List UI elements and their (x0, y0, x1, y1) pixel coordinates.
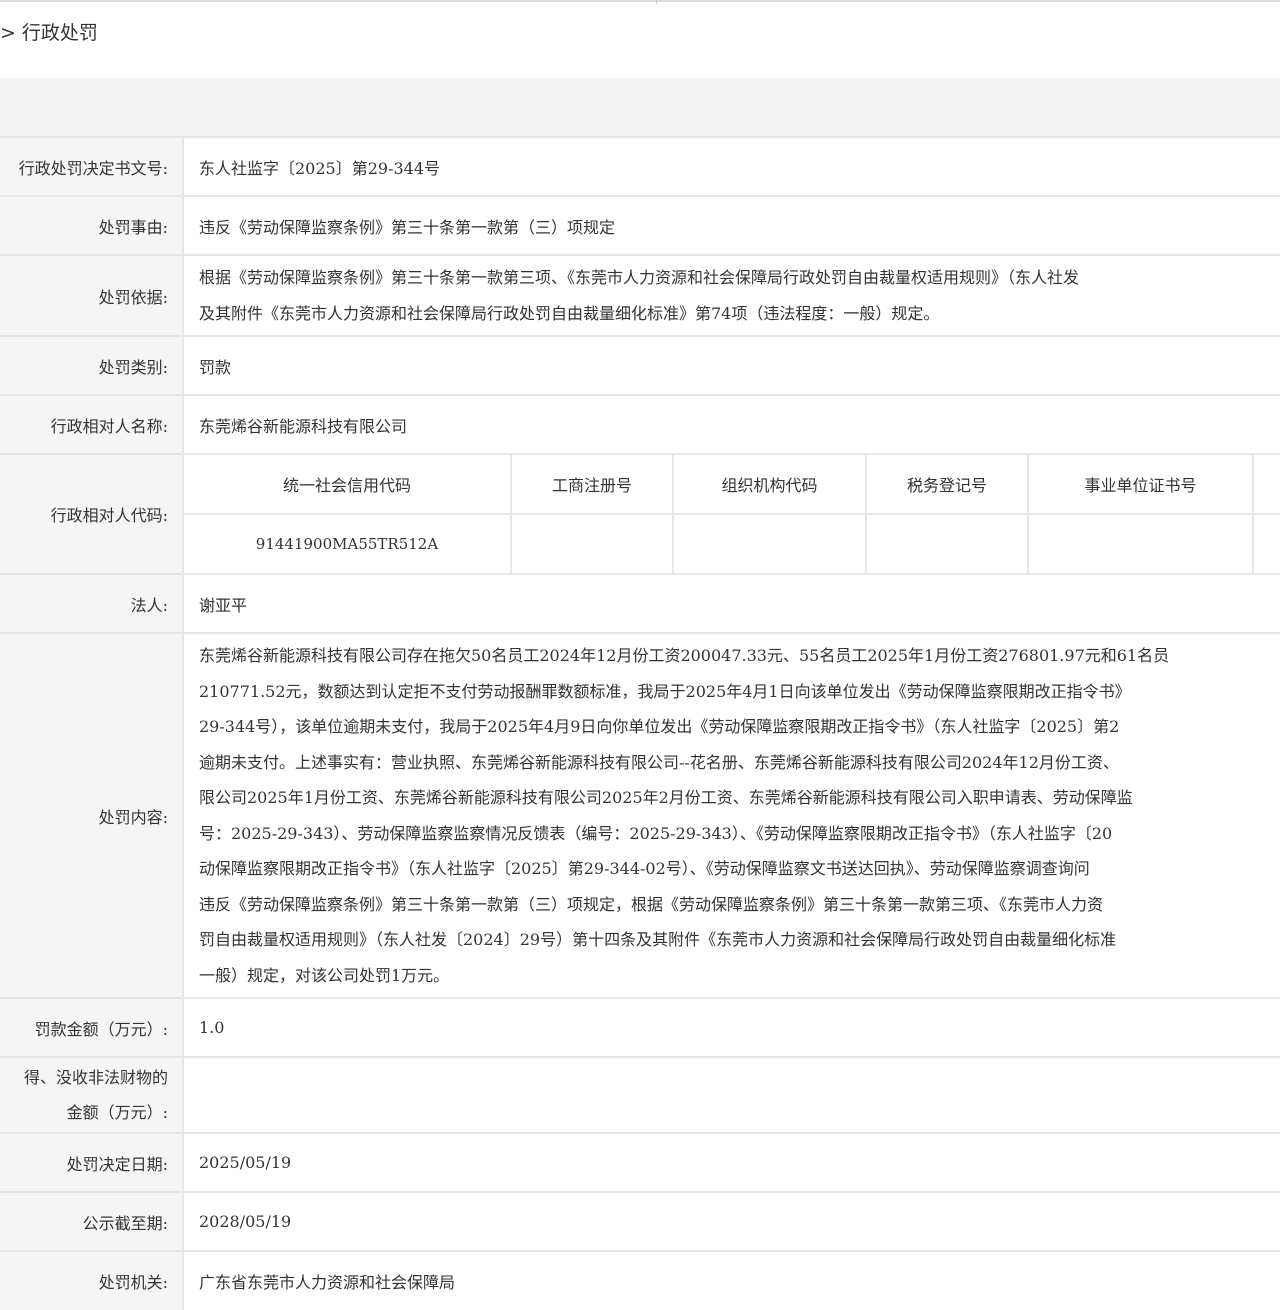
basis-line: 及其附件《东莞市人力资源和社会保障局行政处罚自由裁量细化标准》第74项（违法程度… (199, 303, 940, 323)
content-value: 东莞烯谷新能源科技有限公司存在拖欠50名员工2024年12月份工资200047.… (183, 632, 1280, 998)
code-value-business-reg (511, 513, 674, 573)
row-decision-date: 处罚决定日期: 2025/05/19 (0, 1132, 1280, 1192)
row-party-code: 行政相对人代码: 统一社会信用代码 工商注册号 组织机构代码 税务登记号 事业单… (0, 453, 1280, 574)
basis-label: 处罚依据: (0, 254, 184, 336)
decision-date-value: 2025/05/19 (183, 1132, 1280, 1192)
row-party-name: 行政相对人名称: 东莞烯谷新能源科技有限公司 (0, 394, 1280, 454)
row-confiscate: 得、没收非法财物的 金额（万元）: (0, 1056, 1280, 1133)
code-value-extra (1253, 513, 1280, 573)
row-content: 处罚内容: 东莞烯谷新能源科技有限公司存在拖欠50名员工2024年12月份工资2… (0, 632, 1280, 998)
code-header-credit: 统一社会信用代码 (184, 455, 512, 514)
content-line: 29-344号），该单位逾期未支付，我局于2025年4月9日向你单位发出《劳动保… (199, 717, 1120, 736)
content-line: 逾期未支付。上述事实有：营业执照、东莞烯谷新能源科技有限公司--花名册、东莞烯谷… (199, 752, 1119, 772)
code-header-business-reg: 工商注册号 (511, 455, 674, 514)
publish-end-label: 公示截至期: (0, 1191, 184, 1251)
code-value-tax (866, 513, 1029, 573)
category-label: 处罚类别: (0, 335, 184, 395)
authority-label: 处罚机关: (0, 1250, 184, 1310)
content-line: 违反《劳动保障监察条例》第三十条第一款第（三）项规定，根据《劳动保障监察条例》第… (199, 894, 1104, 914)
confiscate-value (183, 1056, 1280, 1133)
party-code-table: 统一社会信用代码 工商注册号 组织机构代码 税务登记号 事业单位证书号 9144… (184, 455, 1280, 573)
row-authority: 处罚机关: 广东省东莞市人力资源和社会保障局 (0, 1250, 1280, 1310)
row-reason: 处罚事由: 违反《劳动保障监察条例》第三十条第一款第（三）项规定 (0, 195, 1280, 255)
breadcrumb-separator: > (0, 22, 16, 44)
code-header-extra (1253, 455, 1280, 514)
basis-line: 根据《劳动保障监察条例》第三十条第一款第三项、《东莞市人力资源和社会保障局行政处… (199, 268, 1080, 287)
content-line: 号：2025-29-343）、劳动保障监察监察情况反馈表（编号：2025-29-… (199, 823, 1113, 843)
code-value-org (673, 513, 867, 573)
top-divider-tick (656, 0, 657, 4)
fine-value: 1.0 (183, 997, 1280, 1057)
content-line: 动保障监察限期改正指令书》（东人社监字〔2025〕第29-344-02号）、《劳… (199, 859, 1090, 878)
category-value: 罚款 (183, 335, 1280, 395)
code-header-tax: 税务登记号 (866, 455, 1029, 514)
basis-value: 根据《劳动保障监察条例》第三十条第一款第三项、《东莞市人力资源和社会保障局行政处… (183, 254, 1280, 336)
row-category: 处罚类别: 罚款 (0, 335, 1280, 395)
content-line: 限公司2025年1月份工资、东莞烯谷新能源科技有限公司2025年2月份工资、东莞… (199, 788, 1133, 807)
authority-value: 广东省东莞市人力资源和社会保障局 (183, 1250, 1280, 1310)
content-label: 处罚内容: (0, 632, 184, 998)
row-legal-rep: 法人: 谢亚平 (0, 573, 1280, 633)
confiscate-label-line: 金额（万元）: (66, 1103, 168, 1122)
doc-no-value: 东人社监字〔2025〕第29-344号 (183, 136, 1280, 196)
reason-label: 处罚事由: (0, 195, 184, 255)
row-basis: 处罚依据: 根据《劳动保障监察条例》第三十条第一款第三项、《东莞市人力资源和社会… (0, 254, 1280, 336)
legal-rep-value: 谢亚平 (183, 573, 1280, 633)
code-value-credit: 91441900MA55TR512A (184, 513, 512, 573)
decision-date-label: 处罚决定日期: (0, 1132, 184, 1192)
content-line: 一般）规定，对该公司处罚1万元。 (199, 965, 450, 985)
top-divider (0, 0, 1280, 4)
party-name-value: 东莞烯谷新能源科技有限公司 (183, 394, 1280, 454)
code-header-org: 组织机构代码 (673, 455, 867, 514)
party-code-table-cell: 统一社会信用代码 工商注册号 组织机构代码 税务登记号 事业单位证书号 9144… (183, 453, 1280, 574)
content-line: 东莞烯谷新能源科技有限公司存在拖欠50名员工2024年12月份工资200047.… (199, 646, 1170, 665)
breadcrumb: > 行政处罚 (0, 16, 98, 50)
publish-end-value: 2028/05/19 (183, 1191, 1280, 1251)
row-fine: 罚款金额（万元）: 1.0 (0, 997, 1280, 1057)
confiscate-label-line: 得、没收非法财物的 (23, 1068, 168, 1087)
row-publish-end: 公示截至期: 2028/05/19 (0, 1191, 1280, 1251)
confiscate-label: 得、没收非法财物的 金额（万元）: (0, 1056, 184, 1133)
party-code-value-row: 91441900MA55TR512A (184, 513, 1280, 573)
table-header-band (0, 78, 1280, 136)
penalty-detail-table: 行政处罚决定书文号: 东人社监字〔2025〕第29-344号 处罚事由: 违反《… (0, 136, 1280, 1310)
breadcrumb-current: 行政处罚 (21, 22, 98, 44)
code-header-institution: 事业单位证书号 (1028, 455, 1254, 514)
party-code-header-row: 统一社会信用代码 工商注册号 组织机构代码 税务登记号 事业单位证书号 (184, 455, 1280, 514)
party-code-label: 行政相对人代码: (0, 453, 184, 574)
legal-rep-label: 法人: (0, 573, 184, 633)
row-doc-no: 行政处罚决定书文号: 东人社监字〔2025〕第29-344号 (0, 136, 1280, 196)
reason-value: 违反《劳动保障监察条例》第三十条第一款第（三）项规定 (183, 195, 1280, 255)
fine-label: 罚款金额（万元）: (0, 997, 184, 1057)
code-value-institution (1028, 513, 1254, 573)
content-line: 210771.52元，数额达到认定拒不支付劳动报酬罪数额标准，我局于2025年4… (199, 681, 1131, 701)
party-name-label: 行政相对人名称: (0, 394, 184, 454)
content-line: 罚自由裁量权适用规则》（东人社发〔2024〕29号）第十四条及其附件《东莞市人力… (199, 930, 1117, 949)
doc-no-label: 行政处罚决定书文号: (0, 136, 184, 196)
